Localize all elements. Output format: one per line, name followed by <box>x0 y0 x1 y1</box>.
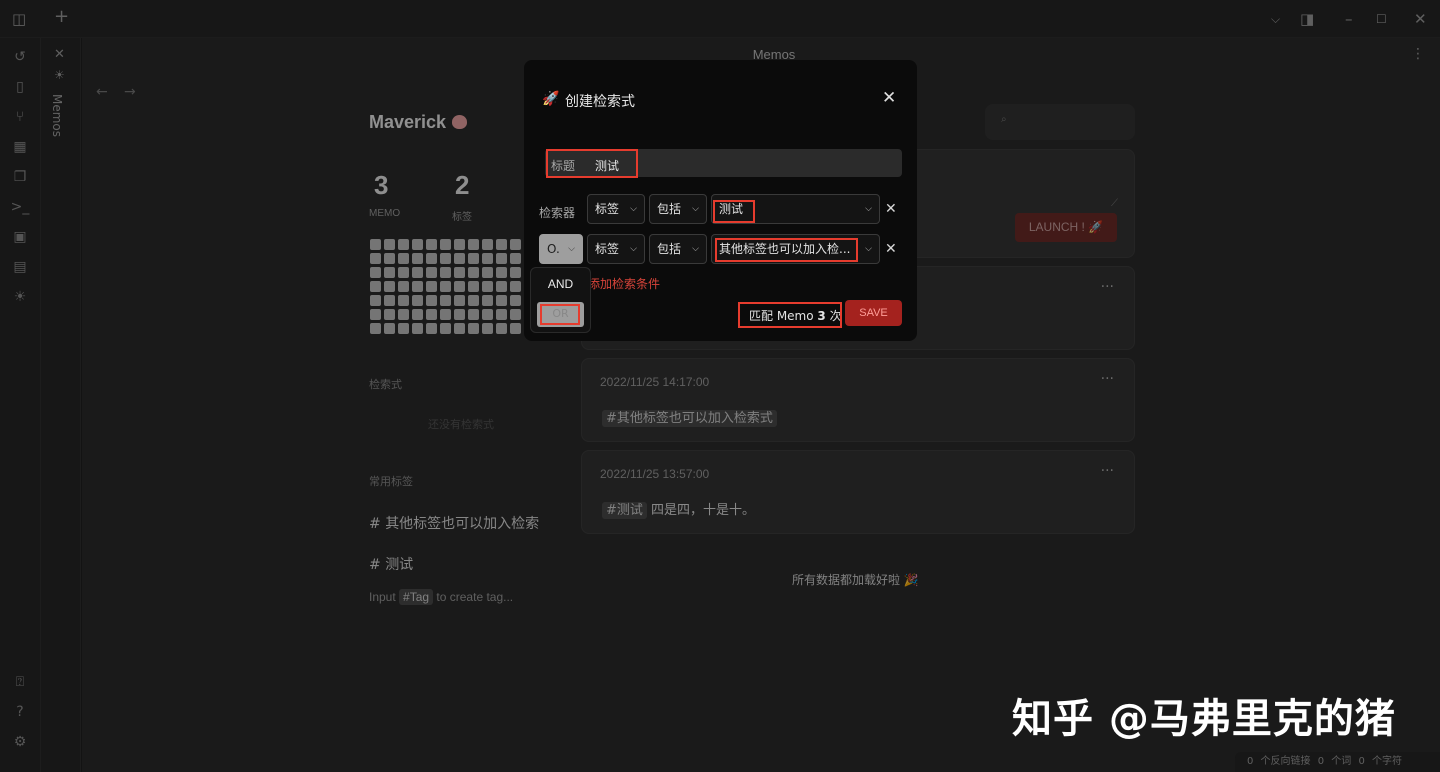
chevron-down-icon: ⌵ <box>630 204 637 214</box>
condition-select[interactable]: 包括 ⌵ <box>649 194 707 224</box>
remove-condition-icon[interactable]: ✕ <box>885 241 897 257</box>
filter-label: 检索器 <box>539 206 576 220</box>
close-icon[interactable]: ✕ <box>882 88 896 108</box>
rocket-icon: 🚀 <box>542 91 560 107</box>
add-condition-link[interactable]: 添加检索条件 <box>588 275 660 292</box>
chevron-down-icon: ⌵ <box>865 244 872 254</box>
highlight-box <box>715 238 858 262</box>
field-select[interactable]: 标签 ⌵ <box>587 234 645 264</box>
option-and[interactable]: AND <box>531 277 590 291</box>
chevron-down-icon: ⌵ <box>692 244 699 254</box>
highlight-box <box>713 200 755 223</box>
chevron-down-icon: ⌵ <box>692 204 699 214</box>
operator-select[interactable]: O. ⌵ <box>539 234 583 264</box>
dialog-title: 创建检索式 <box>565 94 635 110</box>
operator-dropdown: AND OR <box>530 267 591 333</box>
field-select[interactable]: 标签 ⌵ <box>587 194 645 224</box>
highlight-box <box>738 302 842 328</box>
highlight-box <box>546 149 638 178</box>
chevron-down-icon: ⌵ <box>568 244 575 254</box>
watermark: 知乎 @马弗里克的猪 <box>1012 696 1396 742</box>
condition-select[interactable]: 包括 ⌵ <box>649 234 707 264</box>
chevron-down-icon: ⌵ <box>865 204 872 214</box>
remove-condition-icon[interactable]: ✕ <box>885 201 897 217</box>
highlight-box <box>540 304 580 325</box>
save-button[interactable]: SAVE <box>845 300 902 326</box>
chevron-down-icon: ⌵ <box>630 244 637 254</box>
